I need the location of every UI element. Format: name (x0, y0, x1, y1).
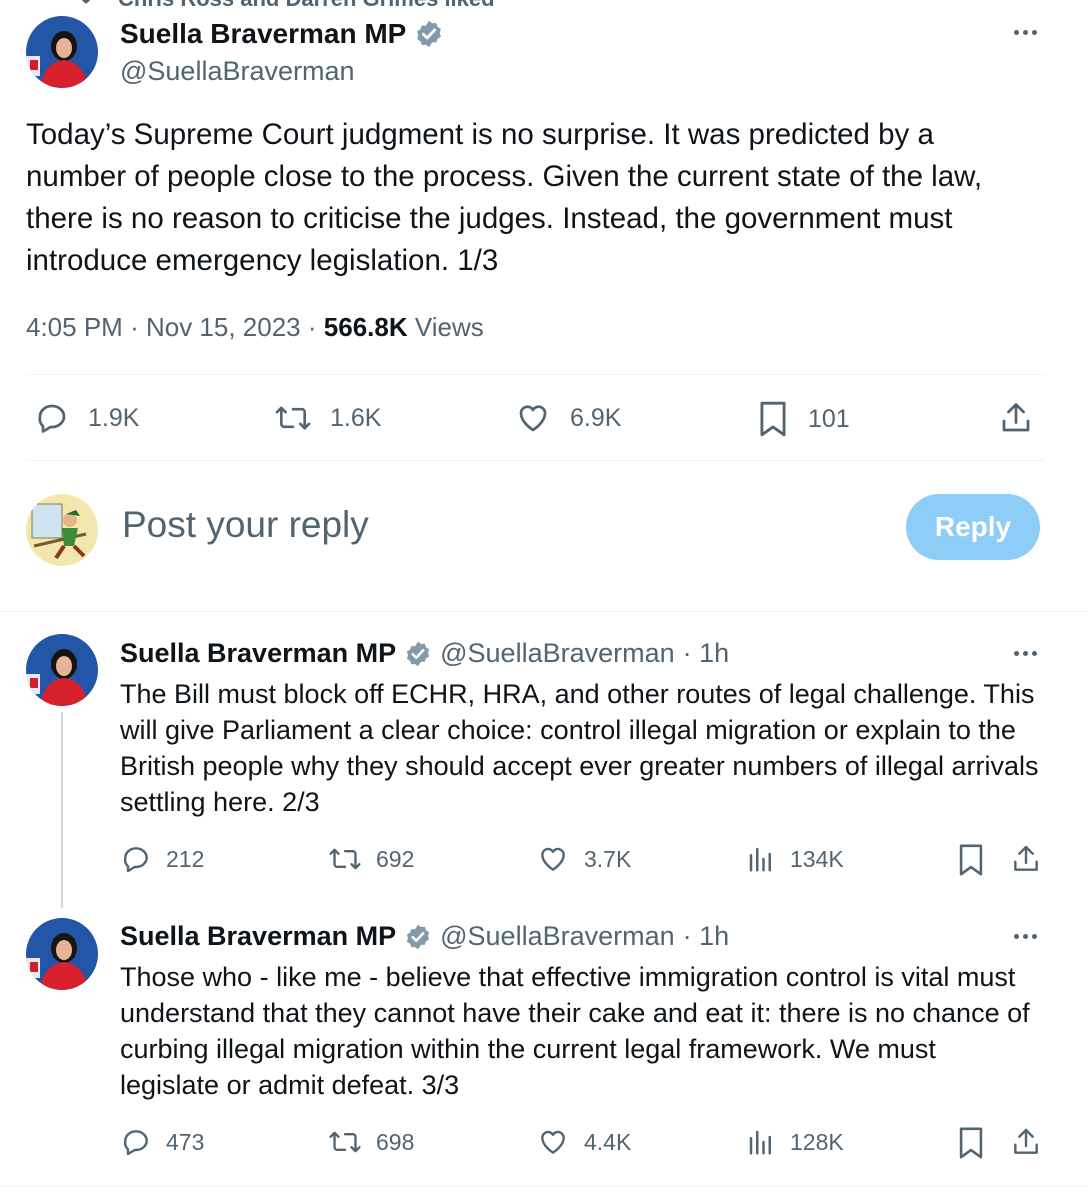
author-handle[interactable]: @SuellaBraverman (120, 56, 355, 87)
reply-time[interactable]: · 1h (683, 638, 730, 669)
tweet-time[interactable]: 4:05 PM (26, 312, 123, 342)
tweet-date[interactable]: Nov 15, 2023 (146, 312, 301, 342)
like-count: 3.7K (584, 845, 632, 872)
share-action[interactable] (1010, 1126, 1042, 1158)
verified-badge-icon (404, 923, 432, 951)
like-action[interactable]: 6.9K (514, 400, 621, 436)
reply-text: The Bill must block off ECHR, HRA, and o… (120, 679, 1039, 817)
reply-author-avatar[interactable] (26, 634, 98, 706)
more-icon[interactable] (1014, 934, 1037, 939)
bookmark-count: 101 (808, 404, 850, 433)
like-icon (541, 1130, 565, 1154)
views-count: 134K (790, 845, 844, 872)
meta-separator: · (307, 312, 317, 342)
views-count: 128K (790, 1128, 844, 1155)
repost-icon (329, 848, 361, 870)
author-name-text[interactable]: Suella Braverman MP (120, 18, 406, 50)
verified-badge-icon (404, 640, 432, 668)
views-count: 566.8K (323, 312, 408, 342)
reply-text: Those who - like me - believe that effec… (120, 962, 1030, 1100)
reply-count: 1.9K (88, 403, 140, 432)
reply-time[interactable]: · 1h (683, 921, 730, 952)
divider (26, 374, 1044, 375)
reply-header: Suella Braverman MP @SuellaBraverman · 1… (120, 921, 729, 952)
share-action[interactable] (998, 400, 1034, 436)
tweet-meta: 4:05 PM · Nov 15, 2023 · 566.8K Views (26, 312, 484, 343)
repost-action[interactable]: 698 (328, 1126, 414, 1158)
divider (26, 460, 1044, 461)
reply-author-name[interactable]: Suella Braverman MP (120, 638, 396, 669)
like-count: 4.4K (584, 1128, 632, 1155)
tweet-text: Today’s Supreme Court judgment is no sur… (26, 118, 983, 277)
reply-author-name[interactable]: Suella Braverman MP (120, 921, 396, 952)
reply-author-handle[interactable]: @SuellaBraverman (440, 638, 675, 669)
bookmark-action[interactable]: 101 (756, 400, 850, 438)
share-icon (1014, 1128, 1038, 1154)
views-icon (749, 1130, 771, 1155)
repost-icon (275, 406, 311, 430)
verified-badge-icon (414, 19, 444, 49)
thread-line (61, 712, 63, 908)
repost-action[interactable]: 1.6K (274, 400, 381, 436)
bookmark-icon (959, 844, 983, 876)
current-user-avatar[interactable] (26, 494, 98, 566)
divider (0, 1186, 1088, 1187)
repost-count: 1.6K (330, 403, 382, 432)
reply-count: 473 (166, 1128, 205, 1155)
share-icon (1014, 845, 1038, 871)
like-action[interactable]: 4.4K (536, 1126, 631, 1158)
bookmark-icon (760, 401, 786, 437)
views-action[interactable]: 134K (746, 843, 844, 875)
reply-icon (123, 1130, 148, 1156)
more-icon[interactable] (1014, 651, 1037, 656)
share-action[interactable] (1010, 843, 1042, 875)
bookmark-icon (959, 1127, 983, 1159)
reply-icon (123, 847, 148, 873)
reply-input[interactable]: Post your reply (122, 504, 369, 546)
views-icon (749, 847, 771, 872)
repost-icon (329, 1131, 361, 1153)
share-icon (1002, 403, 1030, 432)
reply-action[interactable]: 1.9K (34, 400, 139, 436)
divider (0, 611, 1088, 612)
like-icon (541, 847, 565, 871)
reply-header: Suella Braverman MP @SuellaBraverman · 1… (120, 638, 729, 669)
bookmark-action[interactable] (956, 843, 986, 877)
views-action[interactable]: 128K (746, 1126, 844, 1158)
reply-button[interactable]: Reply (906, 494, 1040, 560)
repost-count: 698 (376, 1128, 415, 1155)
views-label: Views (414, 312, 484, 342)
bookmark-action[interactable] (956, 1126, 986, 1160)
meta-separator: · (130, 312, 139, 342)
like-count: 6.9K (570, 403, 622, 432)
like-action[interactable]: 3.7K (536, 843, 631, 875)
author-avatar[interactable] (26, 16, 98, 88)
reply-action[interactable]: 473 (120, 1126, 204, 1158)
like-icon (519, 405, 547, 432)
reply-author-handle[interactable]: @SuellaBraverman (440, 921, 675, 952)
heart-icon (81, 0, 91, 4)
more-icon[interactable] (1014, 30, 1037, 35)
repost-count: 692 (376, 845, 415, 872)
reply-action[interactable]: 212 (120, 843, 204, 875)
repost-action[interactable]: 692 (328, 843, 414, 875)
reply-author-avatar[interactable] (26, 918, 98, 990)
author-name[interactable]: Suella Braverman MP (120, 18, 444, 50)
reply-icon (38, 404, 66, 433)
reply-count: 212 (166, 845, 205, 872)
social-context: Chris Ross and Darren Grimes liked (118, 0, 495, 12)
